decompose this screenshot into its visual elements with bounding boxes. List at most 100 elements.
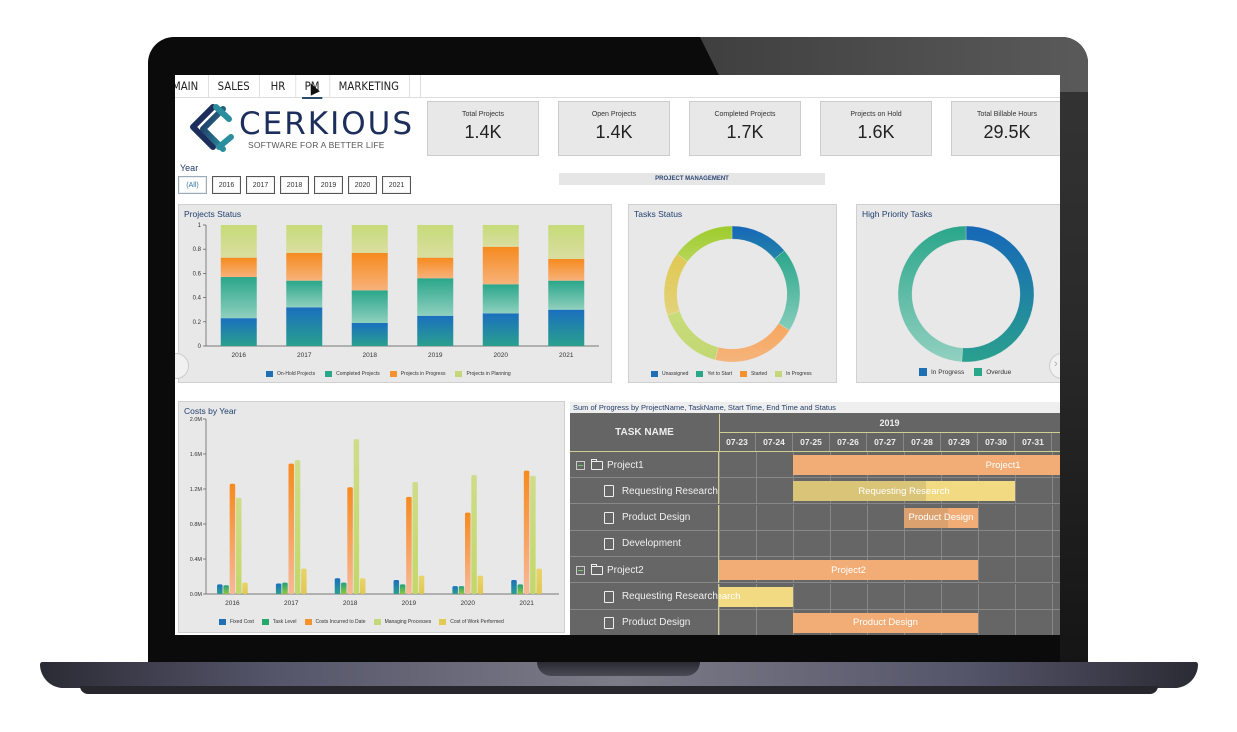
x-tick-label: 2016 — [232, 352, 247, 359]
y-tick-label: 0.4M — [190, 557, 203, 563]
x-tick-label: 2018 — [343, 600, 358, 607]
tab-hr[interactable]: HR — [261, 75, 297, 97]
bar-segment-projects-in-progress — [548, 258, 585, 281]
legend-label: Fixed Cost — [230, 619, 254, 625]
legend-item[interactable]: Task Level — [261, 619, 297, 625]
gantt-project-row[interactable]: Project1 Project1 — [570, 452, 1060, 478]
donut-slice-started — [714, 323, 790, 363]
folder-open-icon — [591, 563, 603, 575]
grid-line — [904, 530, 905, 557]
gantt-bar[interactable]: Project2 — [719, 560, 978, 581]
year-option-2016[interactable]: 2016 — [212, 176, 241, 194]
grid-line — [1052, 478, 1053, 505]
bar-fixed-cost — [393, 580, 400, 594]
collapse-icon[interactable] — [576, 460, 585, 470]
kpi-label: Open Projects — [591, 111, 637, 118]
grid-line — [719, 452, 720, 478]
legend-item[interactable]: Managing Processes — [373, 619, 432, 625]
kpi-projects-on-hold: Projects on Hold 1.6K — [820, 101, 932, 156]
legend-swatch — [261, 619, 269, 625]
legend-label: Cost of Work Performed — [450, 619, 504, 625]
year-option-2018[interactable]: 2018 — [280, 176, 309, 194]
gantt-task-row[interactable]: Development — [570, 530, 1060, 557]
high-priority-chart — [897, 225, 1035, 363]
tab-marketing[interactable]: MARKETING — [329, 75, 410, 97]
gantt-row-name: Project1 — [570, 452, 719, 478]
bar-segment-on-hold-projects — [286, 307, 323, 346]
year-option-2019[interactable]: 2019 — [314, 176, 343, 194]
grid-line — [830, 583, 831, 610]
logo-wordmark: CERKIOUS — [239, 106, 415, 142]
y-tick-label: 0.0M — [190, 592, 203, 598]
legend-item[interactable]: In Progress — [919, 368, 964, 376]
legend-item[interactable]: Costs Incurred to Date — [304, 619, 366, 625]
year-option-all[interactable]: (All) — [178, 176, 207, 194]
bar-segment-completed-projects — [286, 280, 323, 308]
grid-line — [1052, 530, 1053, 557]
gantt-task-row[interactable]: Requesting ResearchRequesting Research — [570, 583, 1060, 610]
gantt-bar[interactable]: Requesting Research — [719, 586, 793, 607]
year-option-2020[interactable]: 2020 — [348, 176, 377, 194]
legend-item[interactable]: Completed Projects — [325, 371, 380, 377]
gantt-bar[interactable]: Product Design — [793, 612, 978, 633]
legend-item[interactable]: Cost of Work Performed — [439, 619, 504, 625]
gantt-row-name: Product Design — [570, 504, 719, 531]
bar-segment-on-hold-projects — [417, 315, 454, 346]
legend-swatch — [696, 371, 704, 377]
legend-item[interactable]: Fixed Cost — [219, 619, 254, 625]
tab-main[interactable]: MAIN — [175, 75, 209, 97]
gantt-bar-label: Project1 — [985, 459, 1021, 471]
grid-line — [756, 478, 757, 505]
legend-item[interactable]: Yet to Start — [696, 371, 732, 377]
gantt-project-row[interactable]: Project2 Project2 — [570, 557, 1060, 584]
gantt-task-row[interactable]: Product Design Product Design — [570, 609, 1060, 635]
legend-item[interactable]: Started — [739, 371, 767, 377]
grid-line — [756, 609, 757, 635]
year-option-2017[interactable]: 2017 — [246, 176, 275, 194]
tab-sales[interactable]: SALES — [208, 75, 261, 97]
bar-managing-processes — [235, 497, 242, 594]
gantt-bar[interactable]: Product Design — [904, 507, 978, 528]
legend-label: On-Hold Projects — [277, 371, 316, 377]
tab-bar-filler — [420, 75, 1060, 97]
legend-item[interactable]: Unassigned — [651, 371, 688, 377]
legend-label: Managing Processes — [384, 619, 432, 625]
bar-costs-incurred-to-date — [465, 512, 471, 594]
gantt-task-row[interactable]: Requesting ResearchRequesting Research — [570, 478, 1060, 505]
bar-task-level — [223, 585, 229, 594]
gantt-bar-label: Project2 — [831, 564, 866, 576]
gantt-task-row[interactable]: Product Design Product Design — [570, 504, 1060, 531]
legend-swatch — [455, 371, 463, 377]
year-option-2021[interactable]: 2021 — [382, 176, 411, 194]
gantt-bar[interactable]: Project1 — [793, 455, 1060, 475]
legend-item[interactable]: In Progress — [775, 371, 812, 377]
grid-line — [867, 504, 868, 531]
kpi-label: Projects on Hold — [850, 111, 902, 118]
bar-managing-processes — [530, 475, 536, 594]
legend-swatch — [304, 619, 312, 625]
section-banner: PROJECT MANAGEMENT — [559, 173, 825, 185]
laptop-base-bottom — [80, 686, 1158, 694]
gantt-bar[interactable]: Requesting Research — [793, 481, 1015, 502]
grid-line — [1015, 504, 1016, 531]
gantt-day-header: 07-31 — [1015, 433, 1052, 451]
bar-fixed-cost — [217, 584, 223, 594]
legend-item[interactable]: Overdue — [974, 368, 1011, 376]
collapse-icon[interactable] — [576, 565, 585, 575]
bar-fixed-cost — [334, 578, 341, 594]
tasks-status-panel: Tasks Status Unassigned Yet to Start Sta… — [628, 204, 837, 383]
legend-item[interactable]: Projects in Progress — [389, 371, 445, 377]
grid-line — [904, 583, 905, 610]
grid-line — [830, 530, 831, 557]
bar-managing-processes — [471, 475, 477, 594]
grid-line — [756, 504, 757, 531]
legend-item[interactable]: On-Hold Projects — [266, 371, 315, 377]
legend-item[interactable]: Projects in Planning — [455, 371, 511, 377]
grid-line — [978, 557, 979, 584]
bar-segment-on-hold-projects — [351, 323, 388, 346]
gantt-year-header: 2019 — [719, 414, 1060, 433]
logo-mark-icon — [190, 104, 234, 152]
grid-line — [978, 609, 979, 635]
legend-swatch — [974, 368, 983, 376]
legend-label: Overdue — [986, 368, 1012, 376]
